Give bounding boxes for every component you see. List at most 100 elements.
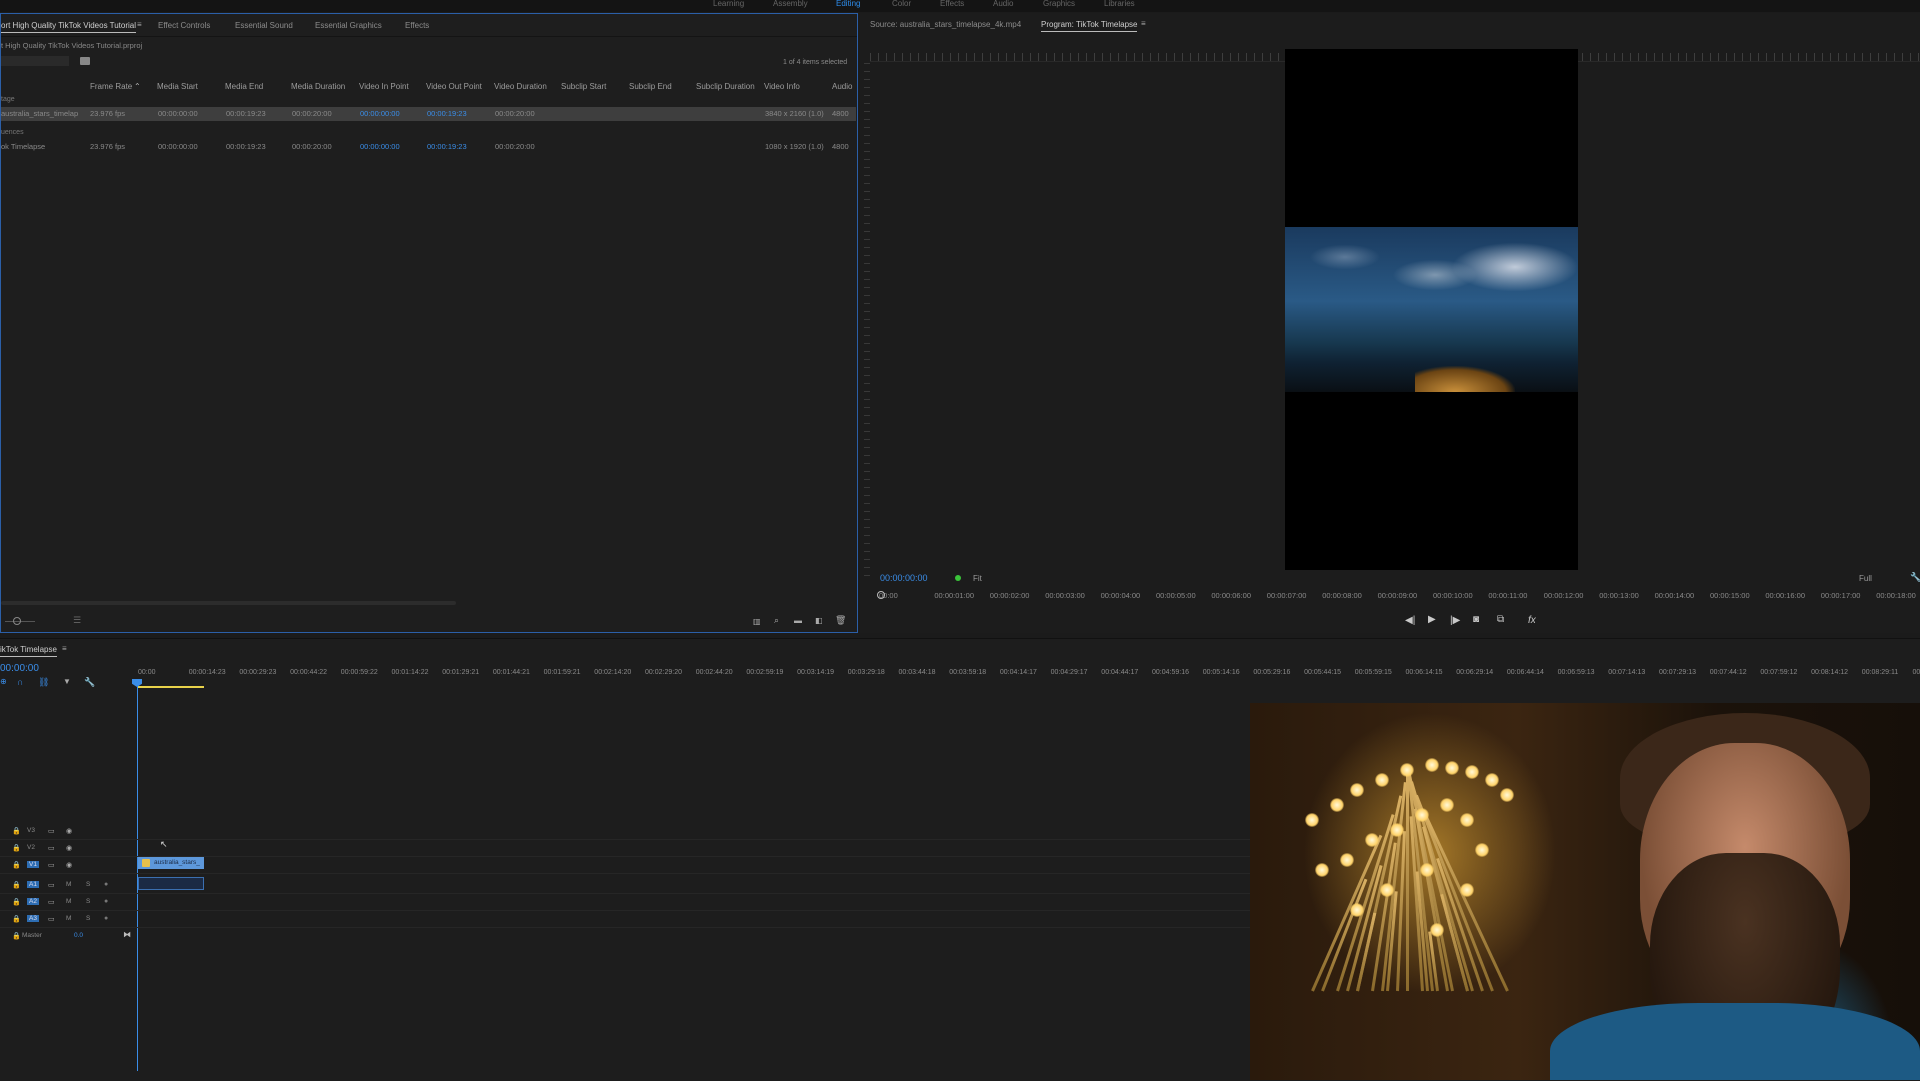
program-frame[interactable] [1285,49,1578,570]
lock-icon[interactable]: 🔒 [12,827,21,835]
timeline-timecode[interactable]: 00:00:00 [0,663,39,674]
linked-selection-icon[interactable]: ⛓ [38,677,49,688]
eye-icon[interactable]: ◉ [66,827,72,835]
column-header[interactable]: Media End [225,82,263,91]
microphone-icon[interactable]: ● [104,915,108,922]
workspace-tab[interactable]: Color [892,0,911,8]
playhead-line[interactable] [137,679,138,1071]
search-input[interactable] [1,56,69,66]
marker-icon[interactable]: ▼ [63,677,71,686]
workspace-tab[interactable]: Graphics [1043,0,1075,8]
mute-button[interactable]: M [66,881,71,888]
eye-icon[interactable]: ◉ [66,844,72,852]
audio-track-row[interactable] [0,913,1250,928]
solo-button[interactable]: S [86,898,90,905]
column-header[interactable]: Media Start [157,82,198,91]
workspace-tab[interactable]: Libraries [1104,0,1135,8]
tab-project[interactable]: ort High Quality TikTok Videos Tutorial [1,21,136,33]
column-header[interactable]: Audio [832,82,852,91]
table-row[interactable]: ok Timelapse23.976 fps00:00:00:0000:00:1… [1,140,856,154]
work-area-bar[interactable] [138,686,204,688]
column-header[interactable]: Video Out Point [426,82,482,91]
trash-icon[interactable]: 🗑 [835,615,846,626]
sync-lock-icon[interactable]: ▭ [48,881,55,889]
microphone-icon[interactable]: ● [104,881,108,888]
audio-clip[interactable] [138,877,204,890]
mute-button[interactable]: M [66,898,71,905]
video-track-row[interactable] [0,825,1250,840]
step-forward-icon[interactable]: |▶ [1450,615,1460,626]
sync-lock-icon[interactable]: ▭ [48,898,55,906]
find-icon[interactable]: ⌕ [774,615,779,626]
tab-source[interactable]: Source: australia_stars_timelapse_4k.mp4 [870,20,1021,29]
wrench-icon[interactable]: 🔧 [1910,572,1920,583]
tab-essential-sound[interactable]: Essential Sound [235,21,293,30]
lock-icon[interactable]: 🔒 [12,915,21,923]
table-row[interactable]: australia_stars_timelap23.976 fps00:00:0… [1,107,856,121]
zoom-slider-handle[interactable] [13,617,21,625]
track-label[interactable]: A1 [27,881,39,888]
quality-dropdown[interactable]: Full [1859,574,1872,583]
master-end-icon[interactable]: ⧓ [123,930,131,939]
workspace-tab[interactable]: Assembly [773,0,808,8]
fit-dropdown[interactable]: Fit [973,574,982,583]
column-header[interactable]: Video Duration [494,82,547,91]
track-label[interactable]: V3 [27,827,35,834]
camera-icon[interactable]: ◙ [1473,614,1479,625]
panel-menu-icon[interactable]: ≡ [62,644,67,653]
column-header[interactable]: Subclip Start [561,82,606,91]
workspace-tab[interactable]: Editing [836,0,860,8]
snap-icon[interactable]: ∩ [17,677,23,687]
workspace-tab[interactable]: Learning [713,0,744,8]
solo-button[interactable]: S [86,881,90,888]
lock-icon[interactable]: 🔒 [12,932,21,940]
panel-menu-icon[interactable]: ≡ [137,20,142,29]
mute-button[interactable]: M [66,915,71,922]
new-bin-bottom-icon[interactable]: ▬ [794,616,802,625]
solo-button[interactable]: S [86,915,90,922]
track-label[interactable]: A3 [27,915,39,922]
sync-lock-icon[interactable]: ▭ [48,827,55,835]
track-label[interactable]: V2 [27,844,35,851]
workspace-tab[interactable]: Effects [940,0,964,8]
program-timecode[interactable]: 00:00:00:00 [880,573,928,583]
sync-lock-icon[interactable]: ▭ [48,861,55,869]
master-value[interactable]: 0.0 [74,932,83,939]
column-header[interactable]: Video In Point [359,82,409,91]
playhead-handle[interactable] [877,591,885,599]
new-item-icon[interactable]: ◧ [815,616,823,625]
column-header[interactable]: Media Duration [291,82,345,91]
sync-lock-icon[interactable]: ▭ [48,915,55,923]
tab-timeline[interactable]: ikTok Timelapse [0,645,57,657]
lock-icon[interactable]: 🔒 [12,898,21,906]
tab-essential-graphics[interactable]: Essential Graphics [315,21,382,30]
workspace-tab[interactable]: Audio [993,0,1013,8]
lock-icon[interactable]: 🔒 [12,881,21,889]
tab-effect-controls[interactable]: Effect Controls [158,21,210,30]
list-view-icon[interactable]: ☰ [73,615,81,626]
video-track-row[interactable] [0,842,1250,857]
tab-effects[interactable]: Effects [405,21,429,30]
audio-track-row[interactable] [0,896,1250,911]
track-label[interactable]: V1 [27,861,39,868]
horizontal-scrollbar[interactable] [1,601,456,605]
eye-icon[interactable]: ◉ [66,861,72,869]
microphone-icon[interactable]: ● [104,898,108,905]
tab-program[interactable]: Program: TikTok Timelapse [1041,20,1137,32]
track-label[interactable]: A2 [27,898,39,905]
automate-icon[interactable]: ▥ [753,617,761,626]
settings-wrench-icon[interactable]: 🔧 [84,677,95,688]
lock-icon[interactable]: 🔒 [12,861,21,869]
insert-icon[interactable]: ⊕ [0,677,7,686]
column-header[interactable]: Subclip Duration [696,82,755,91]
column-header[interactable]: Frame Rate [90,82,132,91]
fx-icon[interactable]: fx [1528,615,1536,626]
panel-menu-icon[interactable]: ≡ [1141,19,1146,28]
step-back-icon[interactable]: ◀| [1405,615,1415,626]
new-bin-icon[interactable] [80,57,90,65]
play-button[interactable]: ▶ [1428,614,1436,625]
sort-ascending-icon[interactable]: ⌃ [134,82,141,91]
column-header[interactable]: Video Info [764,82,800,91]
sync-lock-icon[interactable]: ▭ [48,844,55,852]
compare-view-icon[interactable]: ⧉ [1497,614,1504,625]
